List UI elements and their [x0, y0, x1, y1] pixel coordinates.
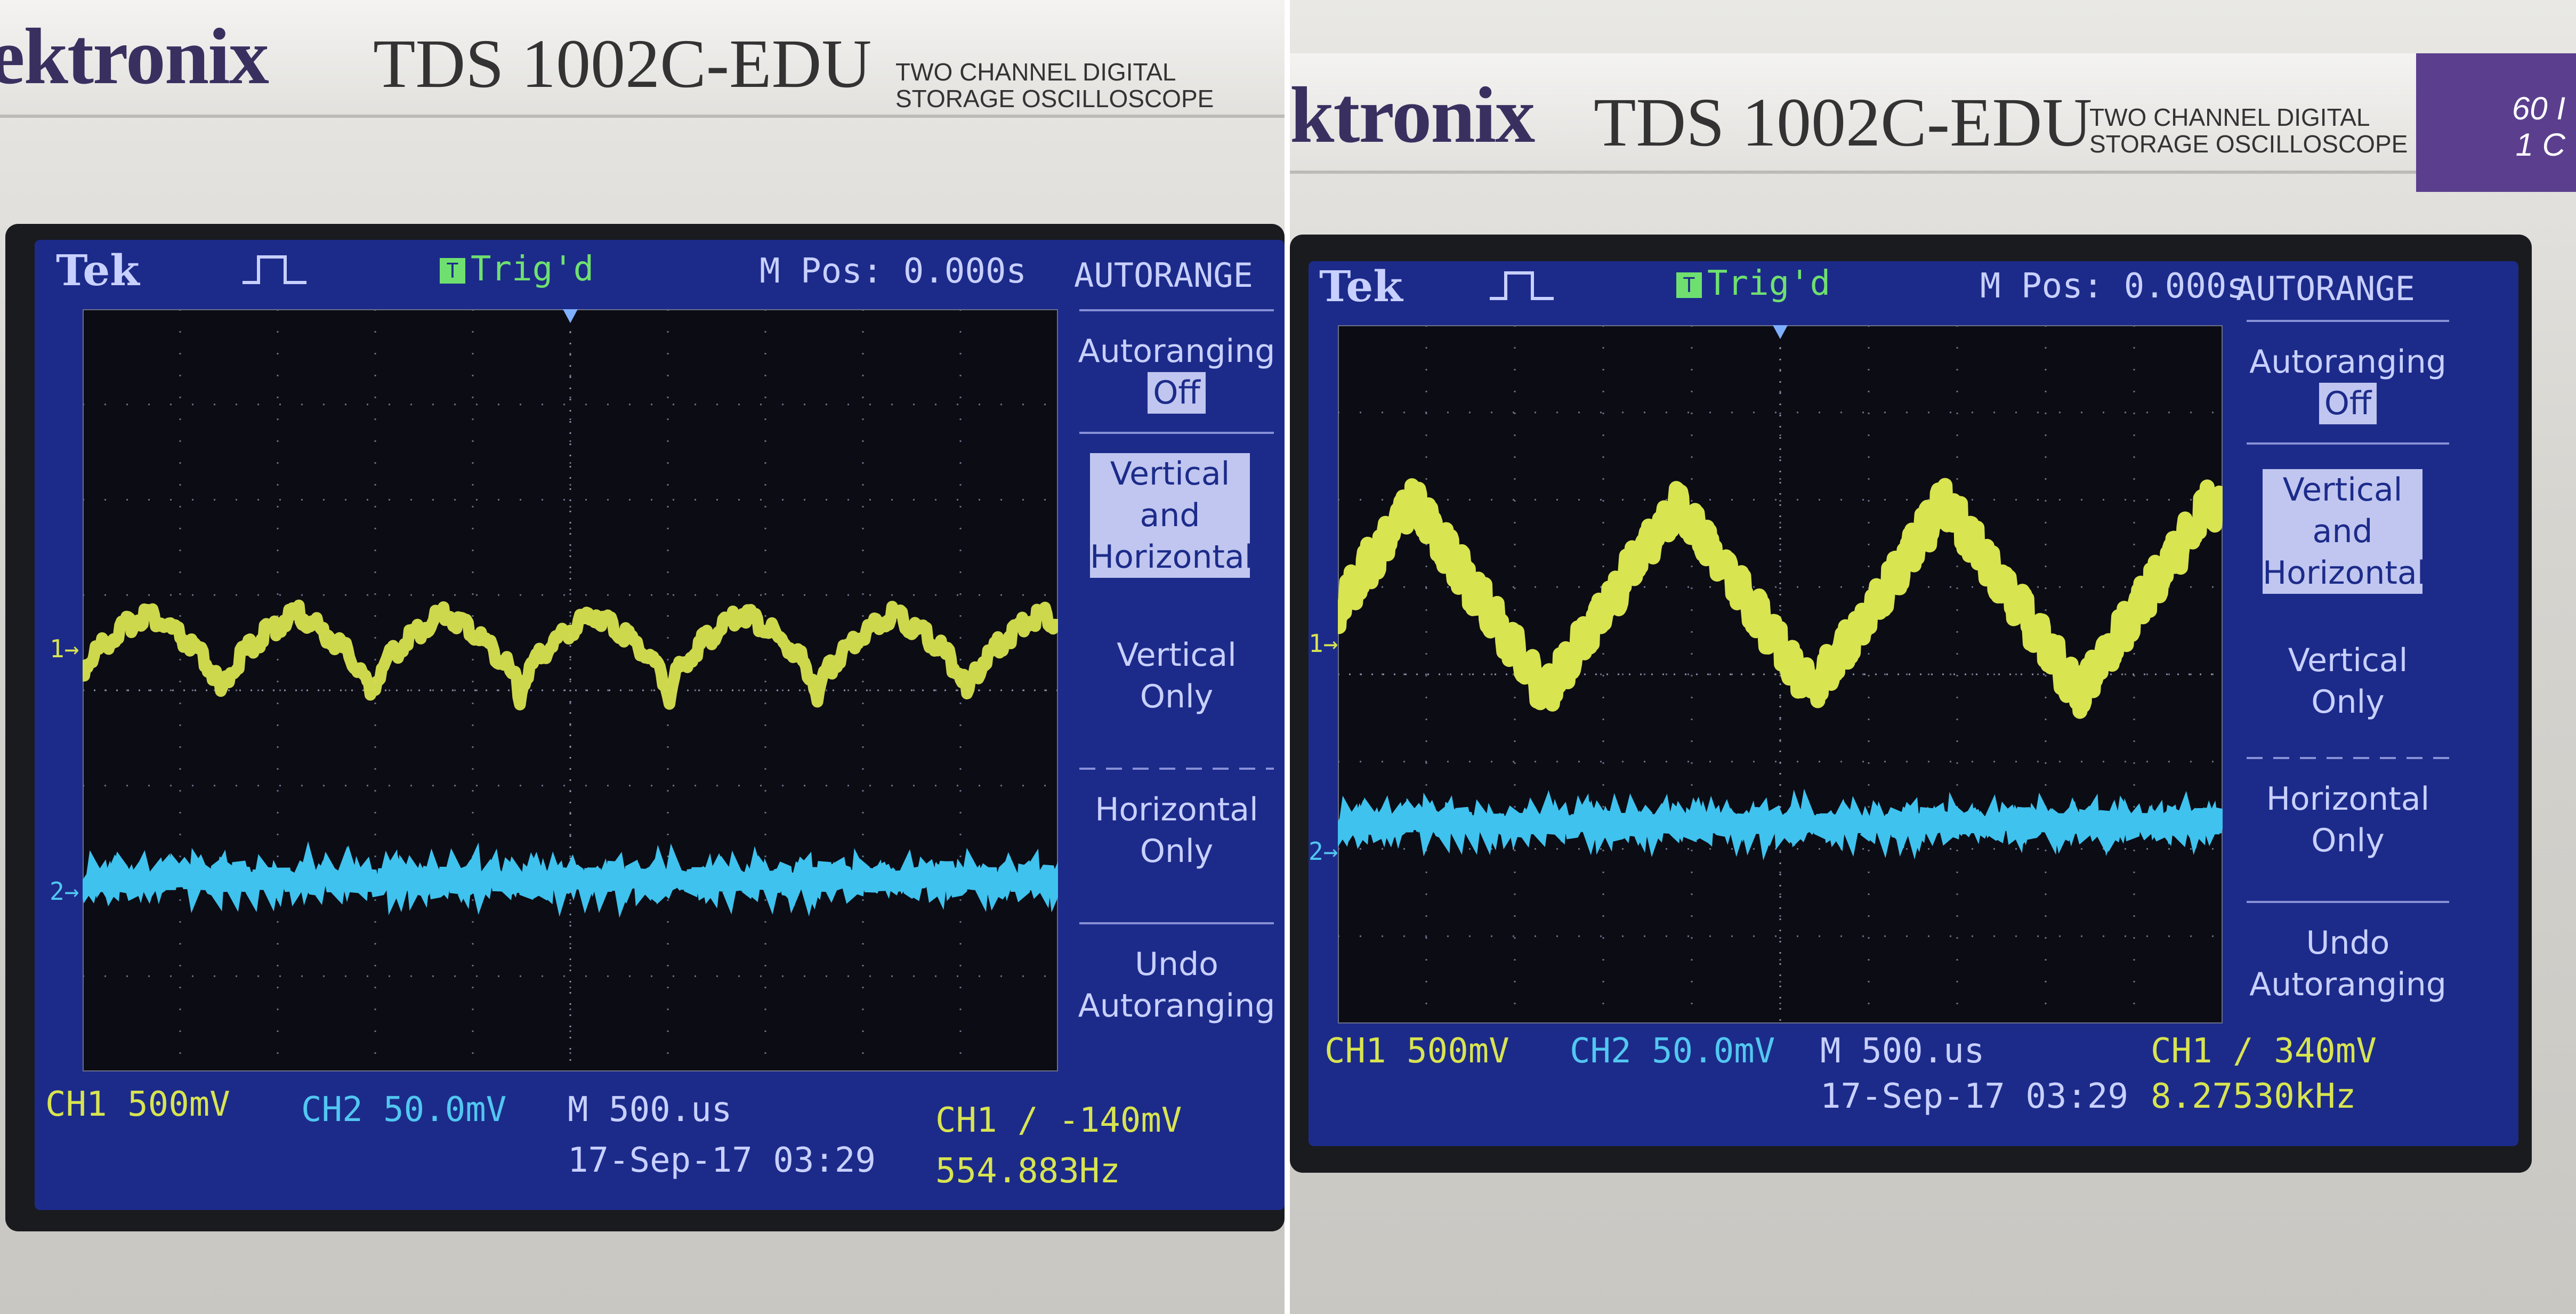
horizontal-only-option[interactable]: Horizontal Only	[2236, 778, 2460, 861]
graticule	[83, 309, 1058, 1071]
menu-separator	[1079, 768, 1274, 770]
menu-separator	[2247, 757, 2449, 759]
model-description: TWO CHANNEL DIGITAL STORAGE OSCILLOSCOPE	[2089, 103, 2408, 158]
tek-logo: Tek	[1319, 261, 1403, 311]
trigger-type-icon	[237, 251, 312, 296]
trigger-status: T Trig'd	[440, 249, 594, 289]
autorange-menu: AUTORANGE Autoranging Off Vertical and H…	[2236, 261, 2460, 1061]
trigger-status-icon: T	[440, 258, 465, 284]
trigger-frequency: 8.27530kHz	[2151, 1077, 2356, 1116]
waveform-display	[83, 309, 1058, 1071]
ch2-scale: CH2 50.0mV	[1570, 1031, 1775, 1071]
timebase: M 500.us	[1820, 1031, 1985, 1071]
menu-separator	[1079, 309, 1274, 311]
right-oscilloscope-photo: ktronix TDS 1002C-EDU TWO CHANNEL DIGITA…	[1290, 0, 2576, 1314]
trigger-status: T Trig'd	[1676, 264, 1830, 303]
brand-name: ktronix	[1290, 71, 1535, 159]
screen-bezel: Tek T Trig'd M Pos: 0.000s 1→ 2→ AUTORANG…	[5, 224, 1285, 1231]
horizontal-position: M Pos: 0.000s	[760, 252, 1027, 291]
model-name: TDS 1002C-EDU	[373, 26, 872, 102]
instrument-header: ktronix TDS 1002C-EDU TWO CHANNEL DIGITA…	[1290, 53, 2576, 174]
menu-title: AUTORANGE	[2236, 269, 2415, 308]
instrument-header: ektronix TDS 1002C-EDU TWO CHANNEL DIGIT…	[0, 0, 1285, 118]
ch1-scale: CH1 500mV	[45, 1085, 230, 1124]
waveform-display	[1338, 325, 2223, 1023]
brand-name: ektronix	[0, 12, 269, 101]
spec-badge: 60 I 1 C	[2416, 53, 2576, 192]
oscilloscope-screen: Tek T Trig'd M Pos: 0.000s 1→ 2→ AUTORANG…	[1309, 261, 2518, 1146]
trigger-level: CH1 ∕ -140mV	[935, 1101, 1182, 1140]
model-name: TDS 1002C-EDU	[1594, 84, 2093, 161]
autoranging-value: Off	[2319, 383, 2377, 424]
trigger-position-marker	[563, 309, 578, 323]
ch2-waveform	[83, 841, 1058, 918]
left-oscilloscope-photo: ektronix TDS 1002C-EDU TWO CHANNEL DIGIT…	[0, 0, 1285, 1314]
menu-separator	[2247, 442, 2449, 445]
menu-title: AUTORANGE	[1074, 256, 1253, 295]
ch2-waveform	[1338, 788, 2223, 861]
ch2-ground-marker: 2→	[50, 877, 79, 906]
horizontal-only-option[interactable]: Horizontal Only	[1069, 789, 1285, 872]
horizontal-position: M Pos: 0.000s	[1980, 267, 2247, 306]
pulse-icon	[1490, 271, 1554, 300]
oscilloscope-screen: Tek T Trig'd M Pos: 0.000s 1→ 2→ AUTORANG…	[35, 240, 1285, 1210]
menu-separator	[2247, 320, 2449, 322]
vertical-and-horizontal-option[interactable]: Vertical and Horizontal	[1090, 453, 1253, 578]
autoranging-toggle[interactable]: Autoranging Off	[2236, 341, 2460, 424]
model-description: TWO CHANNEL DIGITAL STORAGE OSCILLOSCOPE	[895, 58, 1214, 112]
vertical-only-option[interactable]: Vertical Only	[2236, 640, 2460, 723]
autoranging-value: Off	[1148, 372, 1206, 414]
trigger-type-icon	[1484, 267, 1559, 312]
graticule	[1338, 325, 2223, 1023]
undo-autoranging-option[interactable]: Undo Autoranging	[2236, 922, 2460, 1005]
trigger-position-marker	[1773, 325, 1788, 339]
autoranging-toggle[interactable]: Autoranging Off	[1069, 330, 1285, 414]
date-time: 17-Sep-17 03:29	[1820, 1077, 2128, 1116]
undo-autoranging-option[interactable]: Undo Autoranging	[1069, 944, 1285, 1027]
menu-separator	[2247, 901, 2449, 903]
ch1-waveform	[1338, 478, 2223, 719]
date-time: 17-Sep-17 03:29	[568, 1141, 876, 1180]
vertical-only-option[interactable]: Vertical Only	[1069, 634, 1285, 718]
trigger-level: CH1 ∕ 340mV	[2151, 1031, 2377, 1071]
ch2-scale: CH2 50.0mV	[301, 1090, 507, 1130]
trigger-status-icon: T	[1676, 272, 1702, 299]
trigger-frequency: 554.883Hz	[935, 1151, 1120, 1191]
ch1-ground-marker: 1→	[50, 634, 79, 663]
ch2-ground-marker: 2→	[1309, 837, 1338, 866]
autorange-menu: AUTORANGE Autoranging Off Vertical and H…	[1069, 240, 1285, 1103]
pulse-icon	[243, 255, 306, 284]
ch1-scale: CH1 500mV	[1325, 1031, 1509, 1071]
tek-logo: Tek	[56, 245, 140, 295]
screen-bezel: Tek T Trig'd M Pos: 0.000s 1→ 2→ AUTORANG…	[1290, 235, 2532, 1173]
timebase: M 500.us	[568, 1090, 732, 1130]
vertical-and-horizontal-option[interactable]: Vertical and Horizontal	[2263, 469, 2426, 594]
photo-divider	[1285, 0, 1290, 1314]
ch1-ground-marker: 1→	[1309, 629, 1338, 658]
menu-separator	[1079, 922, 1274, 924]
menu-separator	[1079, 432, 1274, 434]
